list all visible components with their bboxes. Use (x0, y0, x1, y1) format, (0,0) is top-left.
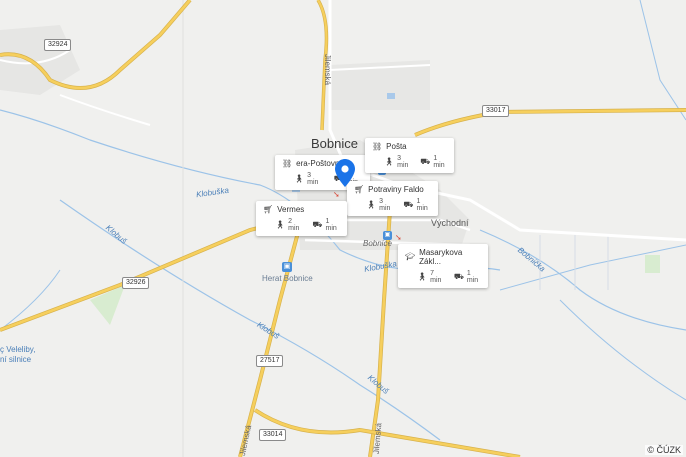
walk-time: 3 min (379, 198, 391, 212)
walk-time: 7 min (430, 270, 442, 284)
street-label: Bobnice (363, 239, 392, 248)
cart-icon: 🛒︎ (354, 184, 365, 194)
poi-popup[interactable]: 🛒︎ Vermes 🚶︎ 2 min ⛟ 1 min (256, 201, 347, 236)
car-icon: ⛟ (312, 220, 323, 229)
popup-name: Vermes (277, 205, 305, 214)
route-shield: 32924 (44, 39, 72, 51)
bus-stop-icon[interactable]: ▣ (282, 262, 292, 272)
drive-time: 1 min (416, 198, 428, 212)
cart-icon: 🛒︎ (263, 204, 274, 214)
poi-label: Herat Bobnice (262, 274, 313, 283)
drive-time: 1 min (325, 218, 337, 232)
school-icon: 🎓︎ (405, 252, 416, 261)
route-shield: 33014 (259, 429, 287, 441)
map-attribution: © ČÚZK (645, 445, 683, 455)
street-label: Východní (431, 218, 469, 228)
network-icon: ⛓ (282, 158, 293, 168)
car-icon: ⛟ (453, 272, 464, 281)
marker-icon[interactable]: ➘ (395, 233, 402, 242)
network-icon: ⛓ (372, 141, 383, 151)
poi-popup[interactable]: 🛒︎ Potraviny Faldo 🚶︎ 3 min ⛟ 1 min (347, 181, 438, 216)
place-label: ní silnice (0, 355, 32, 364)
bus-stop-icon[interactable]: ▣ (383, 231, 392, 240)
route-shield: 27517 (256, 355, 284, 367)
walk-icon: 🚶︎ (275, 220, 286, 229)
walk-time: 3 min (397, 155, 409, 169)
street-label: Jilemská (323, 53, 333, 86)
drive-time: 1 min (433, 155, 445, 169)
popup-name: Potraviny Faldo (368, 185, 424, 194)
walk-time: 3 min (307, 172, 319, 186)
town-label: Bobnice (311, 136, 358, 151)
walk-time: 2 min (288, 218, 300, 232)
popup-name: Pošta (386, 142, 407, 151)
poi-popup[interactable]: ⛓ Pošta 🚶︎ 3 min ⛟ 1 min (365, 138, 454, 173)
drive-time: 1 min (466, 270, 479, 284)
poi-popup[interactable]: 🎓︎ Masarykova Zákl... 🚶︎ 7 min ⛟ 1 min (398, 244, 488, 288)
walk-icon: 🚶︎ (294, 174, 305, 183)
location-pin-icon[interactable] (335, 159, 355, 187)
route-shield: 32926 (122, 277, 150, 289)
marker-icon[interactable]: ➘ (333, 190, 340, 199)
popup-name: Masarykova Zákl... (419, 248, 463, 266)
map-canvas[interactable]: Bobnice 32924 33017 32926 27517 33014 Kl… (0, 0, 686, 457)
car-icon: ⛟ (403, 200, 414, 209)
walk-icon: 🚶︎ (384, 157, 395, 166)
place-label: ç Veleliby, (0, 345, 36, 354)
walk-icon: 🚶︎ (366, 200, 377, 209)
route-shield: 33017 (482, 105, 510, 117)
walk-icon: 🚶︎ (417, 272, 428, 281)
car-icon: ⛟ (420, 157, 431, 166)
